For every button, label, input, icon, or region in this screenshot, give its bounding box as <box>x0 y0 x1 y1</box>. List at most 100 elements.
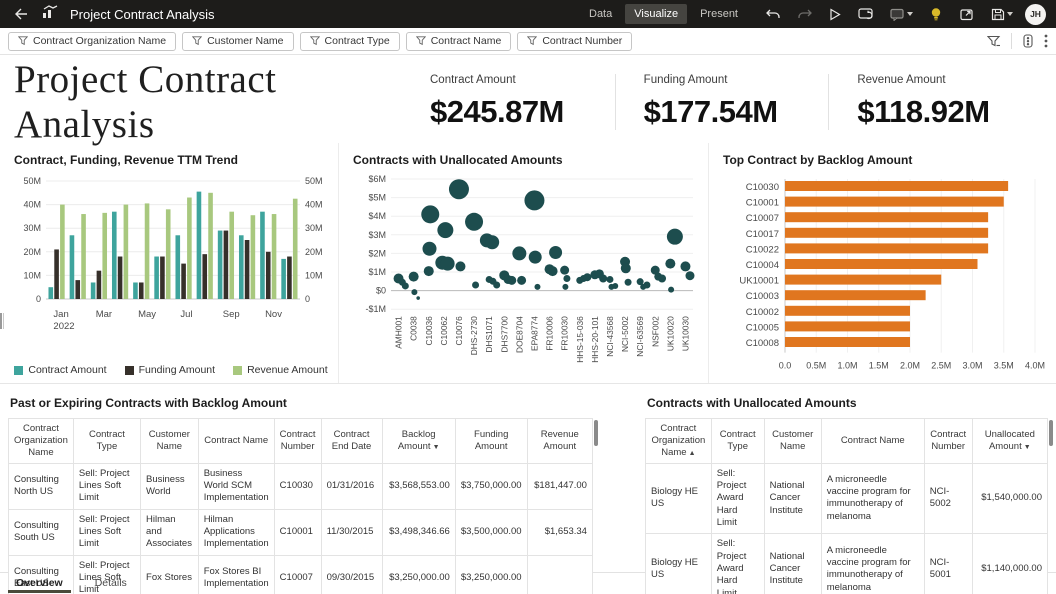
kpi-revenue-amount[interactable]: Revenue Amount$118.92M <box>828 74 1042 130</box>
svg-text:$2M: $2M <box>368 248 386 258</box>
column-header[interactable]: Customer Name <box>141 419 199 464</box>
column-header[interactable]: Contract Type <box>711 419 764 464</box>
column-header[interactable]: Customer Name <box>764 419 821 464</box>
comments-icon[interactable] <box>885 3 917 25</box>
table-row[interactable]: Consulting North USSell: Project Lines S… <box>9 463 593 509</box>
filter-pill-label: Customer Name <box>207 35 283 47</box>
column-header[interactable]: Backlog Amount▼ <box>382 419 455 464</box>
chart-panel-unallocated-scatter[interactable]: Contracts with Unallocated Amounts $6M$5… <box>338 143 708 383</box>
table-vertical-scrollbar[interactable] <box>1049 420 1053 446</box>
canvas-tab-overview[interactable]: Overview <box>0 573 79 593</box>
svg-text:20M: 20M <box>23 247 41 257</box>
table-cell: Hilman and Associates <box>141 509 199 555</box>
filter-pill-label: Contract Type <box>325 35 390 47</box>
table-cell: 09/30/2015 <box>321 555 382 594</box>
column-header[interactable]: Contract Organization Name▲ <box>645 419 711 464</box>
chart-title: Top Contract by Backlog Amount <box>723 153 1050 167</box>
kpi-label: Funding Amount <box>644 74 829 86</box>
filter-pill-label: Contract Name <box>431 35 502 47</box>
tab-visualize[interactable]: Visualize <box>625 4 687 24</box>
filter-funnel-icon <box>192 36 202 46</box>
svg-text:2.5M: 2.5M <box>931 361 951 371</box>
table-cell: $3,500,000.00 <box>455 509 527 555</box>
table-row[interactable]: Biology HE USSell: Project Award Hard Li… <box>645 463 1047 534</box>
svg-text:UK10030: UK10030 <box>680 316 690 351</box>
svg-text:May: May <box>138 309 156 320</box>
horizontal-bar-chart: 0.00.5M1.0M1.5M2.0M2.5M3.0M3.5M4.0MC1003… <box>719 171 1050 384</box>
table-row[interactable]: Consulting South USSell: Project Lines S… <box>9 509 593 555</box>
filter-pill-contract-type[interactable]: Contract Type <box>300 32 400 51</box>
kpi-contract-amount[interactable]: Contract Amount$245.87M <box>420 74 615 130</box>
back-icon[interactable] <box>10 3 32 25</box>
chart-title: Contract, Funding, Revenue TTM Trend <box>14 153 332 167</box>
insights-bulb-icon[interactable] <box>924 3 948 25</box>
kebab-menu-icon[interactable] <box>1044 34 1048 48</box>
canvas-settings-icon[interactable] <box>1022 34 1034 48</box>
svg-text:FR10030: FR10030 <box>560 316 570 351</box>
filter-bar: Contract Organization Name Customer Name C… <box>0 28 1056 55</box>
refresh-data-icon[interactable] <box>854 3 878 25</box>
avatar[interactable]: JH <box>1025 4 1046 25</box>
chart-panel-top-backlog[interactable]: Top Contract by Backlog Amount 0.00.5M1.… <box>708 143 1056 383</box>
svg-text:UK10020: UK10020 <box>665 316 675 351</box>
column-header[interactable]: Contract End Date <box>321 419 382 464</box>
canvas-tab-details[interactable]: Details <box>79 573 143 593</box>
play-icon[interactable] <box>823 3 847 25</box>
chart-legend: Contract Amount Funding Amount Revenue Amo… <box>10 364 332 376</box>
table-cell: C10030 <box>274 463 321 509</box>
table-cell: 11/30/2015 <box>321 509 382 555</box>
svg-text:40M: 40M <box>305 200 323 210</box>
kpi-funding-amount[interactable]: Funding Amount $177.54M <box>615 74 829 130</box>
table-row[interactable]: Biology HE USSell: Project Award Hard Li… <box>645 534 1047 594</box>
table-title: Past or Expiring Contracts with Backlog … <box>10 396 593 410</box>
svg-text:40M: 40M <box>23 200 41 210</box>
open-in-new-icon[interactable] <box>955 3 979 25</box>
tab-present[interactable]: Present <box>691 4 747 24</box>
legend-label: Revenue Amount <box>247 364 328 376</box>
filter-pills: Contract Organization Name Customer Name C… <box>8 32 632 51</box>
table-vertical-scrollbar[interactable] <box>594 420 598 446</box>
chart-title: Contracts with Unallocated Amounts <box>353 153 702 167</box>
legend-item[interactable]: Contract Amount <box>14 364 106 376</box>
column-header[interactable]: Contract Number <box>274 419 321 464</box>
table-cell: $3,568,553.00 <box>382 463 455 509</box>
filter-pill-contract-number[interactable]: Contract Number <box>517 32 632 51</box>
filter-pill-contract-organization-name[interactable]: Contract Organization Name <box>8 32 176 51</box>
table-panel-unallocated-amounts[interactable]: Contracts with Unallocated Amounts Contr… <box>645 392 1048 594</box>
svg-text:$6M: $6M <box>368 174 386 184</box>
canvas-scroll-indicator[interactable] <box>0 313 4 329</box>
filter-pill-contract-name[interactable]: Contract Name <box>406 32 512 51</box>
save-icon[interactable] <box>986 3 1018 25</box>
table-cell: NCI-5001 <box>924 534 972 594</box>
legend-item[interactable]: Revenue Amount <box>233 364 328 376</box>
column-header[interactable]: Contract Name <box>821 419 924 464</box>
table-cell: $3,750,000.00 <box>455 463 527 509</box>
kpi-label: Contract Amount <box>430 74 615 86</box>
tab-data[interactable]: Data <box>580 4 621 24</box>
redo-icon[interactable] <box>792 3 816 25</box>
filter-pill-customer-name[interactable]: Customer Name <box>182 32 293 51</box>
mode-tabs: DataVisualizePresent <box>580 4 747 24</box>
svg-text:$1M: $1M <box>368 267 386 277</box>
svg-text:Nov: Nov <box>265 309 282 320</box>
column-header[interactable]: Contract Name <box>198 419 274 464</box>
svg-text:2.0M: 2.0M <box>900 361 920 371</box>
table-panel-expiring-contracts[interactable]: Past or Expiring Contracts with Backlog … <box>8 392 593 594</box>
chart-panel-ttm-trend[interactable]: Contract, Funding, Revenue TTM Trend 001… <box>0 143 338 383</box>
kpi-value: $177.54M <box>644 94 829 130</box>
column-header[interactable]: Revenue Amount <box>527 419 592 464</box>
workbook-title: Project Contract Analysis <box>70 7 215 22</box>
undo-icon[interactable] <box>761 3 785 25</box>
filter-icon[interactable] <box>987 35 1001 48</box>
svg-text:Jul: Jul <box>180 309 192 320</box>
column-header[interactable]: Funding Amount <box>455 419 527 464</box>
svg-text:UK10001: UK10001 <box>739 276 779 287</box>
charts-row: Contract, Funding, Revenue TTM Trend 001… <box>0 143 1056 383</box>
legend-item[interactable]: Funding Amount <box>125 364 215 376</box>
column-header[interactable]: Unallocated Amount▼ <box>972 419 1047 464</box>
column-header[interactable]: Contract Number <box>924 419 972 464</box>
column-header[interactable]: Contract Type <box>73 419 140 464</box>
column-header[interactable]: Contract Organization Name <box>9 419 74 464</box>
svg-text:2022: 2022 <box>53 321 74 332</box>
divider <box>1011 33 1012 49</box>
